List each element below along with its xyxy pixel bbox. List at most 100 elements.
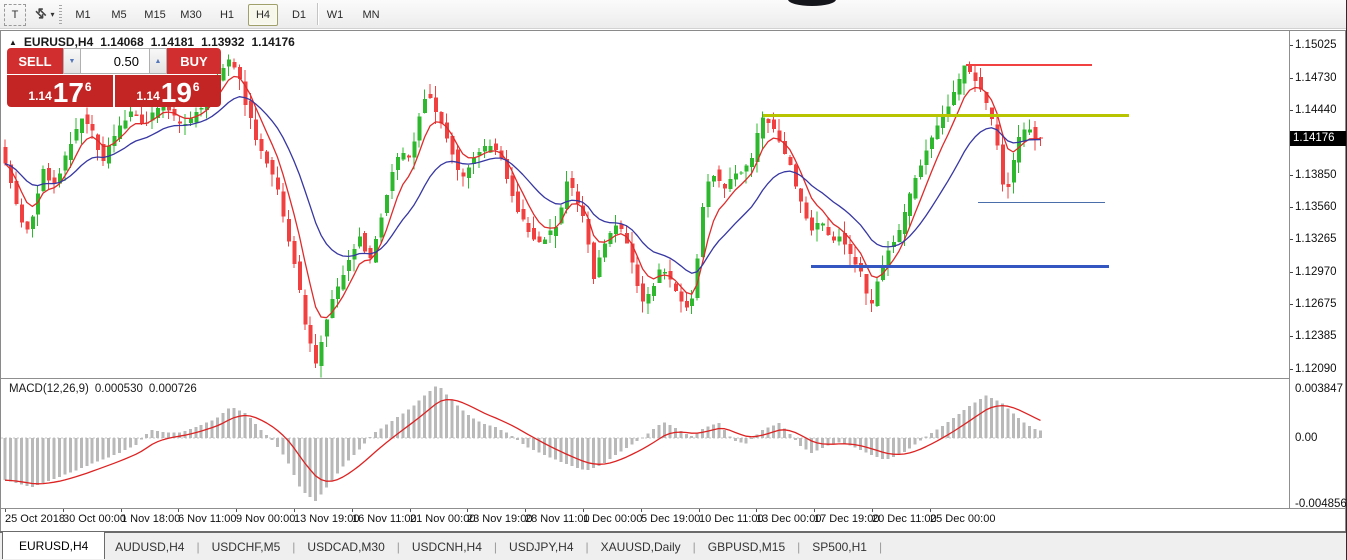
timeframe-toolbar: M1 M5 M15 M30 H1 H4 D1 W1 MN — [68, 4, 386, 26]
macd-indicator-label: MACD(12,26,9) 0.000530 0.000726 — [9, 383, 197, 395]
tab-usdjpy-h4[interactable]: USDJPY,H4 — [497, 540, 585, 554]
time-axis-tick — [814, 509, 815, 512]
price-axis-label: 1.13850 — [1295, 169, 1337, 181]
price-axis-label: 1.12090 — [1295, 363, 1337, 375]
price-axis-label: 1.14440 — [1295, 104, 1337, 116]
price-axis-label: 1.13560 — [1295, 201, 1337, 213]
time-axis-tick — [121, 509, 122, 512]
time-axis-label: 6 Nov 11:00 — [178, 513, 237, 525]
horizontal-line-object-1[interactable] — [763, 113, 1129, 117]
price-axis-label: 1.12675 — [1295, 298, 1337, 310]
time-axis-tick — [236, 509, 237, 512]
price-axis-border — [1289, 31, 1290, 508]
buy-button[interactable]: BUY — [167, 48, 221, 74]
one-click-trading-panel: SELL ▼ 0.50 ▲ BUY 1.14 17 6 1.14 19 6 — [7, 48, 221, 107]
subwindow-arrow-icon: ▲ — [9, 37, 17, 47]
macd-axis-label: 0.00 — [1295, 432, 1318, 444]
tab-separator: | — [878, 539, 883, 554]
price-axis-tick — [1290, 304, 1293, 305]
screen-notch — [788, 0, 836, 6]
price-axis-label: 1.12385 — [1295, 330, 1337, 342]
tab-gbpusd-m15[interactable]: GBPUSD,M15 — [696, 540, 797, 554]
volume-increase-button[interactable]: ▲ — [149, 48, 167, 74]
timeframe-button-M15[interactable]: M15 — [140, 4, 170, 26]
horizontal-line-object-2[interactable] — [978, 201, 1105, 203]
time-axis-label: 17 Dec 19:00 — [814, 513, 880, 525]
time-axis-label: 9 Nov 00:00 — [236, 513, 296, 525]
tab-usdcnh-h4[interactable]: USDCNH,H4 — [400, 540, 494, 554]
tab-sp500-h1[interactable]: SP500,H1 — [800, 540, 879, 554]
volume-input[interactable]: 0.50 — [81, 48, 149, 74]
tab-active-symbol[interactable]: EURUSD,H4 — [2, 531, 106, 559]
chart-title: ▲ EURUSD,H4 1.14068 1.14181 1.13932 1.14… — [9, 35, 295, 49]
time-axis-tick — [5, 509, 6, 512]
time-axis-tick — [583, 509, 584, 512]
tab-usdcad-m30[interactable]: USDCAD,M30 — [295, 540, 396, 554]
price-axis-label: 1.15025 — [1295, 39, 1337, 51]
time-axis-tick — [410, 509, 411, 512]
mt4-window: T ⇵ ▾ M1 M5 M15 M30 H1 H4 D1 W1 MN ▲ EURUSD,H4 1… — [0, 0, 1347, 560]
buy-price-display[interactable]: 1.14 19 6 — [115, 75, 221, 107]
time-axis-tick — [178, 509, 179, 512]
timeframe-button-M30[interactable]: M30 — [176, 4, 206, 26]
price-axis-tick — [1290, 175, 1293, 176]
time-axis-label: 13 Nov 19:00 — [294, 513, 360, 525]
timeframe-button-D1[interactable]: D1 — [284, 4, 314, 26]
timeframe-button-W1[interactable]: W1 — [320, 4, 350, 26]
price-axis-tick — [1290, 369, 1293, 370]
sell-price-display[interactable]: 1.14 17 6 — [7, 75, 113, 107]
timeframe-button-M1[interactable]: M1 — [68, 4, 98, 26]
time-axis-tick — [63, 509, 64, 512]
toolbar: T ⇵ ▾ M1 M5 M15 M30 H1 H4 D1 W1 MN — [0, 0, 1346, 29]
chart-symbol: EURUSD,H4 — [23, 35, 94, 49]
chart-tab-bar: EURUSD,H4 |AUDUSD,H4|USDCHF,M5|USDCAD,M3… — [0, 531, 1346, 560]
timeframe-button-M5[interactable]: M5 — [104, 4, 134, 26]
text-tool-icon: T — [11, 9, 19, 21]
macd-value: 0.000530 — [94, 383, 143, 395]
spinner-down-icon: ▼ — [68, 57, 76, 65]
time-axis-label: 23 Nov 19:00 — [467, 513, 533, 525]
ohlc-low: 1.13932 — [201, 35, 245, 49]
timeframe-button-H4[interactable]: H4 — [248, 4, 278, 26]
time-axis-label: 5 Dec 19:00 — [641, 513, 701, 525]
time-axis-label: 30 Oct 00:00 — [63, 513, 126, 525]
ohlc-open: 1.14068 — [100, 35, 144, 49]
text-tool-button[interactable]: T — [4, 4, 26, 26]
macd-signal-value: 0.000726 — [148, 383, 197, 395]
timeframe-button-H1[interactable]: H1 — [212, 4, 242, 26]
time-axis-label: 25 Oct 2018 — [5, 513, 65, 525]
macd-chart-canvas[interactable] — [1, 380, 1289, 508]
price-axis-tick — [1290, 239, 1293, 240]
time-axis-label: 16 Nov 11:00 — [352, 513, 417, 525]
spinner-up-icon: ▲ — [154, 57, 162, 65]
toolbar-separator — [317, 3, 318, 25]
tab-audusd-h4[interactable]: AUDUSD,H4 — [103, 540, 196, 554]
time-axis-label: 20 Dec 11:00 — [872, 513, 937, 525]
time-axis-tick — [872, 509, 873, 512]
price-axis-tick — [1290, 272, 1293, 273]
tab-usdchf-m5[interactable]: USDCHF,M5 — [200, 540, 293, 554]
tab-xauusd-daily[interactable]: XAUUSD,Daily — [589, 540, 693, 554]
arrange-tool-button[interactable]: ⇵ ▾ — [30, 4, 60, 24]
dropdown-caret-icon: ▾ — [50, 9, 55, 19]
price-axis-tick — [1290, 78, 1293, 79]
arrange-icon: ⇵ — [31, 4, 50, 23]
price-axis-tick — [1290, 110, 1293, 111]
time-axis-tick — [756, 509, 757, 512]
price-axis-tick — [1290, 45, 1293, 46]
ohlc-close: 1.14176 — [251, 35, 295, 49]
time-axis-label: 13 Dec 00:00 — [756, 513, 822, 525]
toolbar-grip[interactable] — [59, 5, 62, 24]
time-axis-tick — [930, 509, 931, 512]
volume-decrease-button[interactable]: ▼ — [63, 48, 81, 74]
sell-button[interactable]: SELL — [7, 48, 63, 74]
horizontal-line-object-3[interactable] — [811, 264, 1109, 268]
time-axis-label: 1 Dec 00:00 — [583, 513, 643, 525]
time-axis-tick — [294, 509, 295, 512]
time-axis[interactable]: 25 Oct 2018 30 Oct 00:00 1 Nov 18:00 6 Nov … — [1, 508, 1345, 531]
time-axis-tick — [525, 509, 526, 512]
current-price-tag: 1.14176 — [1290, 131, 1346, 146]
horizontal-line-object-0[interactable] — [966, 64, 1092, 67]
macd-axis-label: 0.003847 — [1295, 383, 1343, 395]
timeframe-button-MN[interactable]: MN — [356, 4, 386, 26]
